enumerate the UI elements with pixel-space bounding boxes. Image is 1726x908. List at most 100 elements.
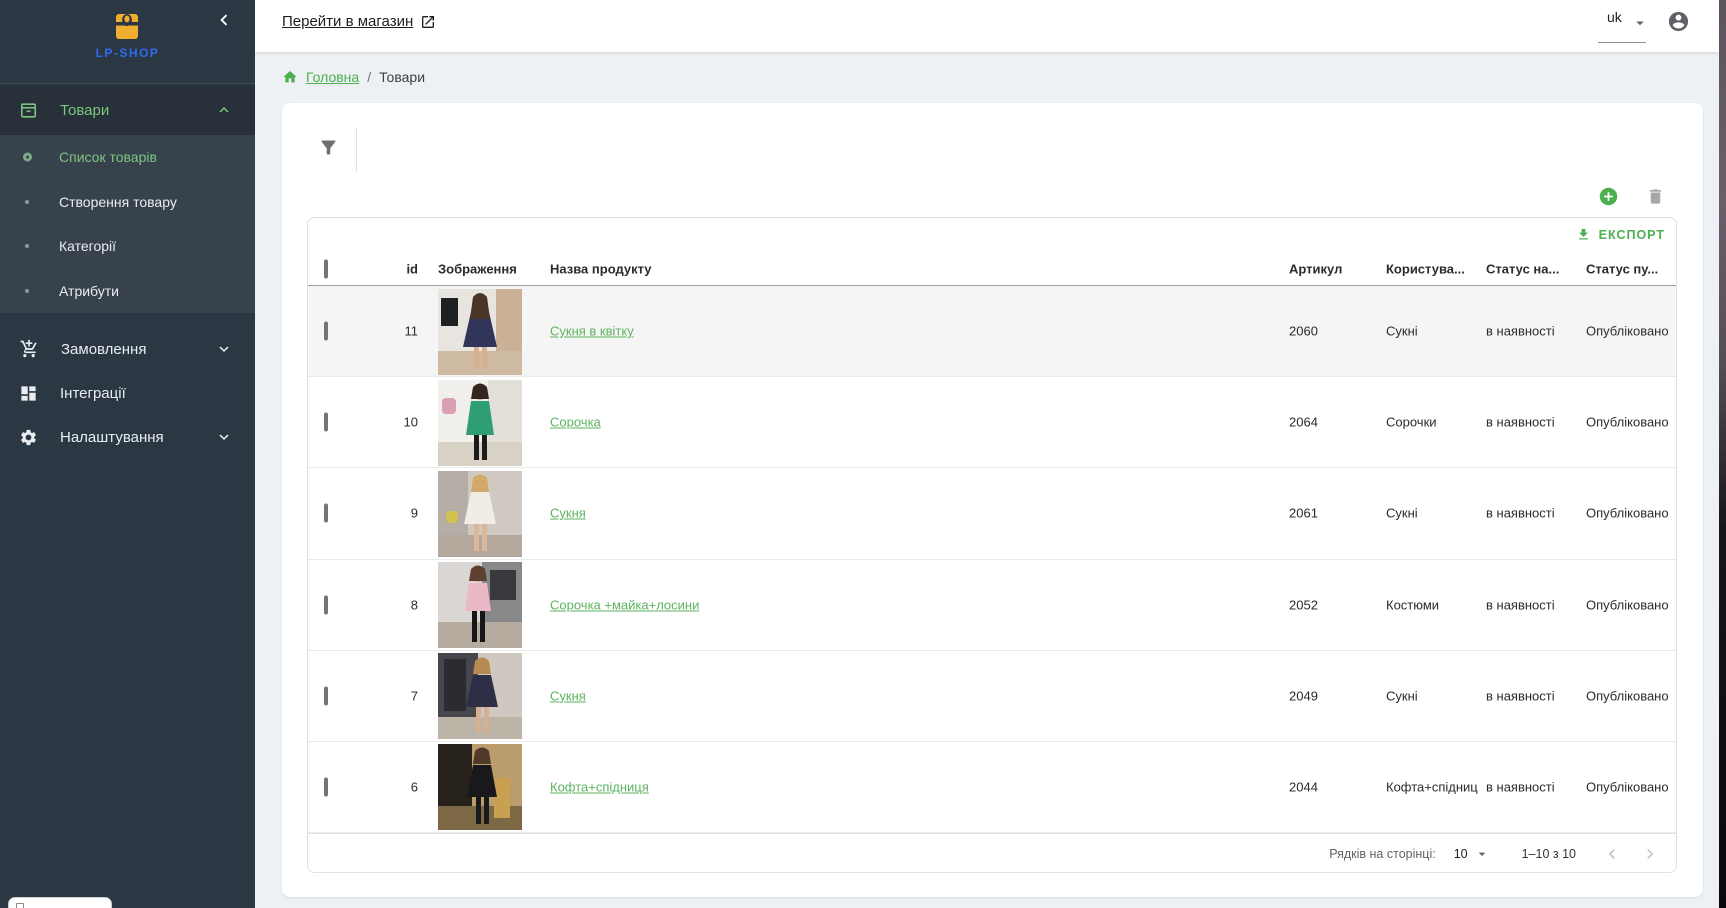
row-category: Сорочки xyxy=(1386,415,1482,430)
go-to-shop-label: Перейти в магазин xyxy=(282,13,413,30)
language-select[interactable]: uk xyxy=(1598,9,1648,27)
external-link-icon xyxy=(420,14,436,30)
table-row[interactable]: 11 Сукня в квітку 2060 Сукні в наявності… xyxy=(308,286,1676,377)
product-name-link[interactable]: Сорочка xyxy=(550,415,601,430)
chevron-down-icon xyxy=(215,340,233,358)
sidebar-item-integrations[interactable]: Інтеграції xyxy=(0,371,255,415)
column-header-category: Користува... xyxy=(1386,261,1482,276)
delete-selected-button[interactable] xyxy=(1646,187,1665,206)
row-stock-status: в наявності xyxy=(1486,780,1555,795)
product-name-link[interactable]: Сукня xyxy=(550,506,586,521)
table-row[interactable]: 6 Кофта+спідниця 2044 Кофта+спідниц в на… xyxy=(308,742,1676,833)
sidebar-item-settings[interactable]: Налаштування xyxy=(0,415,255,459)
submenu-label: Категорії xyxy=(59,238,116,254)
row-stock-status: в наявності xyxy=(1486,415,1555,430)
product-image xyxy=(438,744,522,830)
product-name-link[interactable]: Кофта+спідниця xyxy=(550,780,649,795)
row-publish-status: Опубліковано xyxy=(1586,780,1669,795)
arrow-dropdown-icon xyxy=(1474,846,1490,862)
chevron-up-icon xyxy=(215,101,233,119)
next-page-icon[interactable] xyxy=(1638,842,1662,866)
rows-per-page-select[interactable]: 10 xyxy=(1454,846,1490,862)
row-category: Сукні xyxy=(1386,688,1482,703)
breadcrumb-current: Товари xyxy=(379,69,425,85)
download-icon xyxy=(1576,227,1591,242)
product-name-link[interactable]: Сукня в квітку xyxy=(550,324,634,339)
product-name-link[interactable]: Сорочка +майка+лосини xyxy=(550,597,699,612)
table-row[interactable]: 8 Сорочка +майка+лосини 2052 Костюми в н… xyxy=(308,560,1676,651)
row-sku: 2049 xyxy=(1289,688,1318,703)
previous-page-icon[interactable] xyxy=(1600,842,1624,866)
table-header: id Зображення Назва продукту Артикул Кор… xyxy=(308,252,1676,286)
column-header-image: Зображення xyxy=(438,261,517,276)
active-bullet-icon xyxy=(23,153,32,162)
filter-icon[interactable] xyxy=(318,137,339,158)
sidebar-item-label: Товари xyxy=(60,102,109,119)
products-panel: ЕКСПОРТ id Зображення Назва продукту Арт… xyxy=(282,103,1703,897)
rows-per-page-value: 10 xyxy=(1454,847,1468,861)
submenu-label: Список товарів xyxy=(59,149,157,165)
arrow-dropdown-icon xyxy=(1631,14,1649,32)
row-category: Сукні xyxy=(1386,506,1482,521)
select-all-checkbox[interactable] xyxy=(324,259,328,278)
home-icon xyxy=(282,69,298,85)
row-checkbox[interactable] xyxy=(324,778,328,797)
account-circle-icon[interactable] xyxy=(1667,10,1690,33)
language-value: uk xyxy=(1598,9,1622,25)
sidebar-item-label: Інтеграції xyxy=(60,385,126,402)
row-stock-status: в наявності xyxy=(1486,324,1555,339)
row-publish-status: Опубліковано xyxy=(1586,415,1669,430)
sidebar-item-create-product[interactable]: Створення товару xyxy=(0,180,255,225)
sidebar-item-label: Замовлення xyxy=(61,341,146,358)
screen-edge-strip xyxy=(1719,0,1726,908)
row-category: Костюми xyxy=(1386,597,1482,612)
export-button[interactable]: ЕКСПОРТ xyxy=(1576,227,1665,242)
row-stock-status: в наявності xyxy=(1486,506,1555,521)
product-name-link[interactable]: Сукня xyxy=(550,688,586,703)
go-to-shop-link[interactable]: Перейти в магазин xyxy=(282,13,436,30)
sidebar-item-categories[interactable]: Категорії xyxy=(0,224,255,269)
sidebar-item-attributes[interactable]: Атрибути xyxy=(0,269,255,314)
table-row[interactable]: 7 Сукня 2049 Сукні в наявності Опубліков… xyxy=(308,651,1676,742)
bullet-icon xyxy=(25,244,29,248)
sidebar: LP-SHOP Товари Список товарів Створення … xyxy=(0,0,255,908)
row-checkbox[interactable] xyxy=(324,322,328,341)
column-header-publish: Статус пу... xyxy=(1586,261,1658,276)
inventory-box-icon xyxy=(19,101,38,120)
row-sku: 2060 xyxy=(1289,324,1318,339)
row-checkbox[interactable] xyxy=(324,686,328,705)
row-id: 7 xyxy=(363,688,418,703)
row-checkbox[interactable] xyxy=(324,504,328,523)
pagination-range: 1–10 з 10 xyxy=(1522,847,1576,861)
rows-per-page-label: Рядків на сторінці: xyxy=(1329,847,1436,861)
row-checkbox[interactable] xyxy=(324,413,328,432)
status-toast xyxy=(8,897,112,908)
breadcrumb-home-link[interactable]: Головна xyxy=(306,69,359,85)
row-id: 6 xyxy=(363,780,418,795)
bullet-icon xyxy=(25,289,29,293)
table-row[interactable]: 9 Сукня 2061 Сукні в наявності Опубліков… xyxy=(308,468,1676,559)
row-publish-status: Опубліковано xyxy=(1586,688,1669,703)
table-row[interactable]: 10 Сорочка 2064 Сорочки в наявності Опуб… xyxy=(308,377,1676,468)
row-id: 11 xyxy=(363,324,418,339)
divider xyxy=(356,128,357,172)
submenu-label: Створення товару xyxy=(59,194,177,210)
row-sku: 2044 xyxy=(1289,780,1318,795)
table-body: 11 Сукня в квітку 2060 Сукні в наявності… xyxy=(308,286,1676,833)
column-header-stock: Статус на... xyxy=(1486,261,1559,276)
sidebar-collapse-icon[interactable] xyxy=(213,9,235,31)
row-sku: 2064 xyxy=(1289,415,1318,430)
row-checkbox[interactable] xyxy=(324,595,328,614)
sidebar-item-label: Налаштування xyxy=(60,429,164,446)
product-image xyxy=(438,653,522,739)
chevron-down-icon xyxy=(215,428,233,446)
sidebar-item-orders[interactable]: Замовлення xyxy=(0,327,255,371)
sidebar-item-product-list[interactable]: Список товарів xyxy=(0,135,255,180)
add-product-button[interactable] xyxy=(1598,186,1619,207)
column-header-name: Назва продукту xyxy=(550,261,652,276)
bullet-icon xyxy=(25,200,29,204)
sidebar-item-products[interactable]: Товари xyxy=(0,85,255,135)
topbar: Перейти в магазин uk xyxy=(255,0,1719,52)
row-id: 8 xyxy=(363,597,418,612)
product-image xyxy=(438,289,522,375)
